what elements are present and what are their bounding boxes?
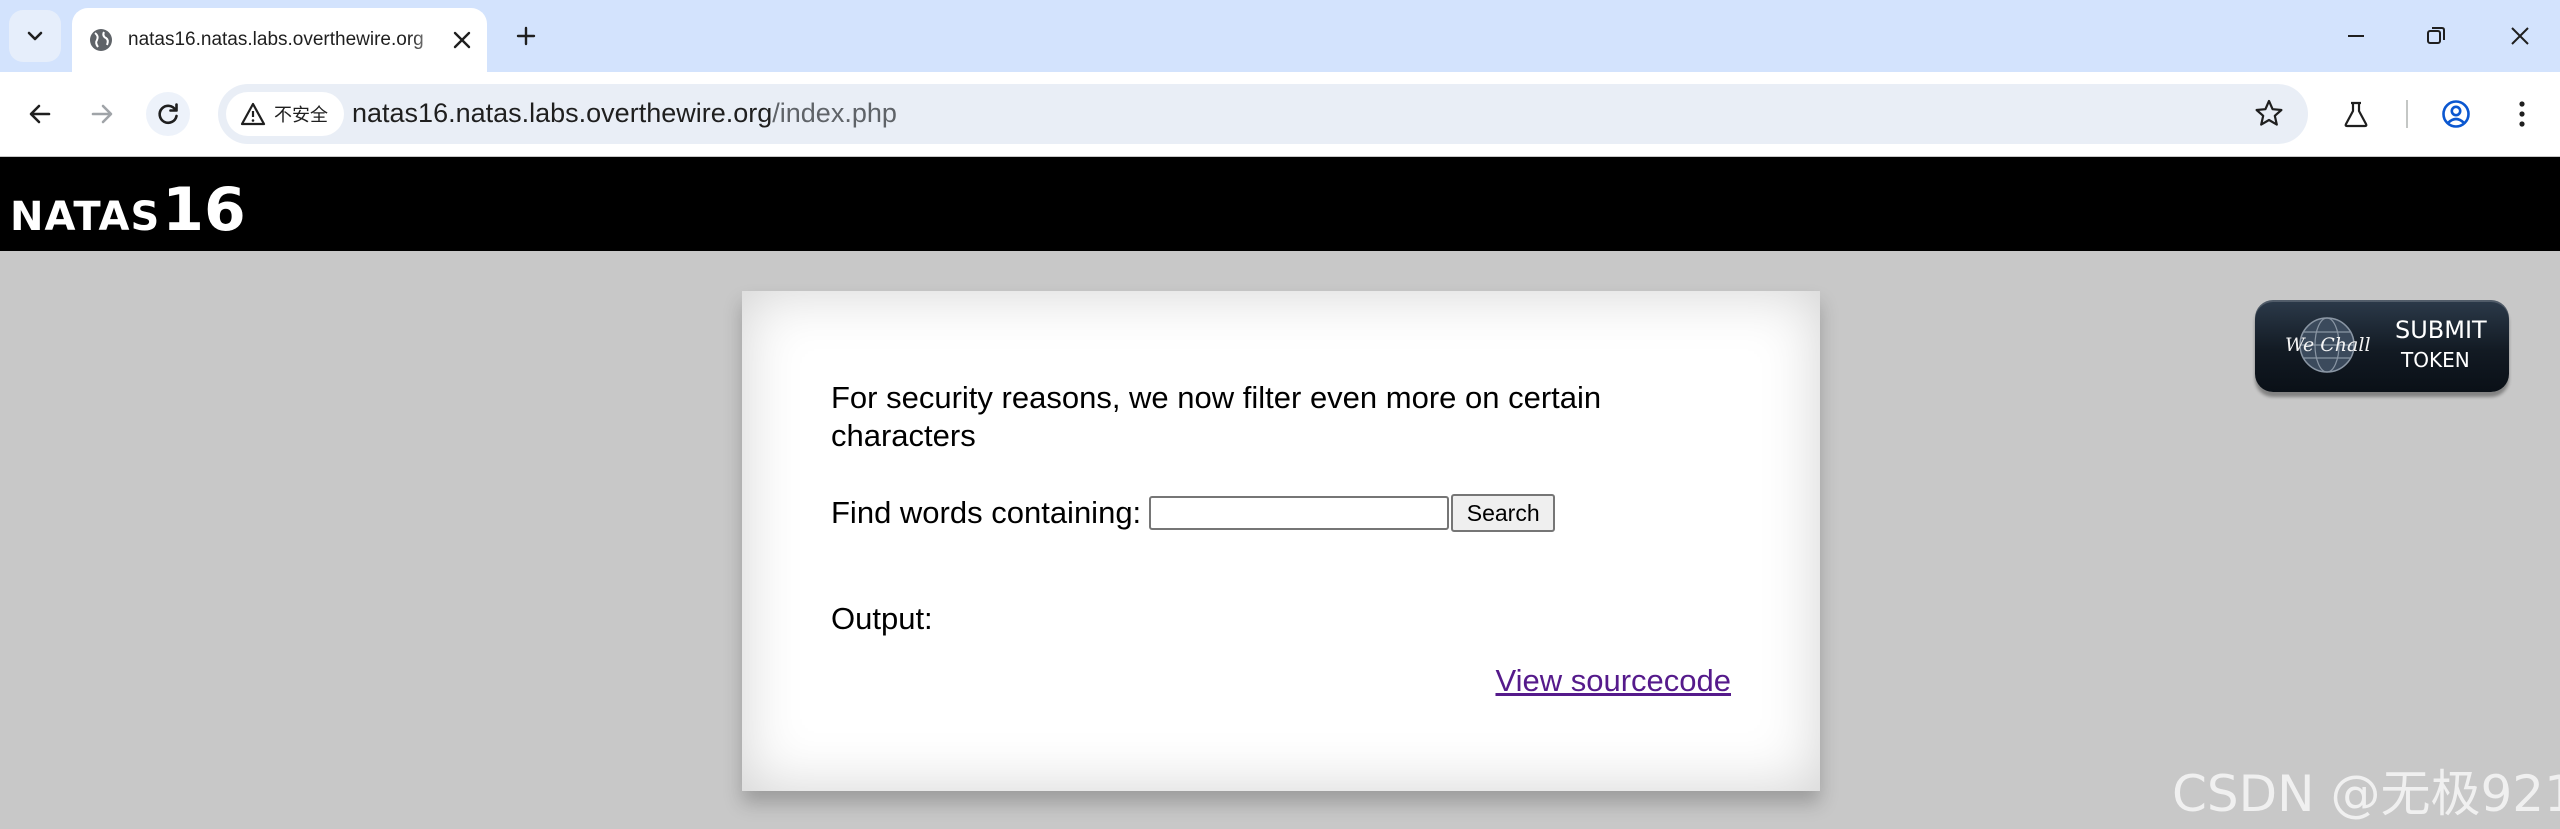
browser-toolbar: 不安全 natas16.natas.labs.overthewire.org/i… <box>0 72 2560 156</box>
reload-icon <box>158 103 178 125</box>
restore-button[interactable] <box>2406 12 2466 60</box>
natas-header: NATAS16 <box>0 157 2560 251</box>
security-message: For security reasons, we now filter even… <box>831 380 1602 453</box>
more-menu-button[interactable] <box>2500 92 2544 136</box>
more-vert-icon <box>2519 101 2525 127</box>
globe-favicon-icon <box>90 29 112 51</box>
url-text[interactable]: natas16.natas.labs.overthewire.org/index… <box>352 98 897 129</box>
address-bar[interactable]: 不安全 natas16.natas.labs.overthewire.org/i… <box>218 84 2308 144</box>
find-label: Find words containing: <box>831 495 1142 530</box>
close-icon <box>453 31 471 49</box>
profile-button[interactable] <box>2434 92 2478 136</box>
tab-search-icon <box>27 31 43 41</box>
bookmark-button[interactable] <box>2254 98 2284 133</box>
wechall-submit-label: SUBMIT <box>2395 316 2487 344</box>
logo-number: 16 <box>162 175 246 245</box>
output-label: Output: <box>831 601 933 636</box>
window-close-button[interactable] <box>2490 12 2550 60</box>
restore-icon <box>2427 27 2445 44</box>
tab-search-button[interactable] <box>9 10 61 62</box>
minimize-button[interactable] <box>2326 12 2386 60</box>
tab-strip: natas16.natas.labs.overthewire.org <box>0 0 2560 72</box>
labs-flask-icon <box>2344 101 2368 128</box>
security-label: 不安全 <box>274 105 328 126</box>
minimize-icon <box>2348 35 2364 37</box>
labs-button[interactable] <box>2334 92 2378 136</box>
plus-icon <box>516 26 536 46</box>
back-icon <box>29 104 51 124</box>
needle-input[interactable] <box>1149 496 1450 530</box>
reload-button[interactable] <box>146 92 190 136</box>
search-form: Find words containing: Search <box>831 493 1556 533</box>
tab-title: natas16.natas.labs.overthewire.org <box>128 29 424 50</box>
back-button[interactable] <box>18 92 62 136</box>
tab-close-button[interactable] <box>446 24 478 56</box>
content-box: For security reasons, we now filter even… <box>742 291 1820 791</box>
new-tab-button[interactable] <box>506 16 546 56</box>
logo-prefix: NATAS <box>10 194 161 240</box>
profile-icon <box>2442 100 2470 128</box>
wechall-logo-text: We Chall <box>2285 334 2371 356</box>
wechall-submit-token-button[interactable]: We Chall SUBMIT TOKEN <box>2255 300 2509 392</box>
search-button[interactable]: Search <box>1451 494 1556 532</box>
view-sourcecode-link[interactable]: View sourcecode <box>1495 663 1731 699</box>
url-path: /index.php <box>772 98 897 128</box>
url-host: natas16.natas.labs.overthewire.org <box>352 98 773 128</box>
security-indicator[interactable]: 不安全 <box>226 92 344 136</box>
warning-icon <box>240 102 266 126</box>
window-close-icon <box>2511 27 2529 45</box>
toolbar-separator <box>2406 100 2408 128</box>
forward-button[interactable] <box>80 92 124 136</box>
wechall-token-label: TOKEN <box>2401 348 2470 372</box>
natas-logo[interactable]: NATAS16 <box>10 175 246 245</box>
star-icon <box>2255 99 2283 126</box>
forward-icon <box>91 104 113 124</box>
active-tab[interactable]: natas16.natas.labs.overthewire.org <box>72 8 487 72</box>
csdn-watermark: CSDN @无极921 <box>2172 765 2560 823</box>
